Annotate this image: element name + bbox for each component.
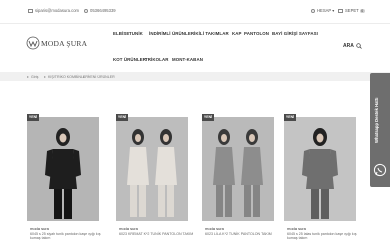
new-badge: YENİ [116, 114, 128, 121]
nav-item-kot[interactable]: KOT ÜRÜNLER [113, 57, 146, 62]
cart-label: SEPET [345, 8, 359, 13]
new-badge: YENİ [202, 114, 214, 121]
search-icon[interactable] [356, 43, 362, 49]
new-badge: YENİ [27, 114, 39, 121]
top-utility-bar: siparis@modasura.com 05366495339 HESAP ▾… [0, 0, 390, 24]
phone-icon [84, 8, 88, 13]
email-text: siparis@modasura.com [35, 8, 80, 13]
product-brand: moda sura [205, 226, 224, 231]
nav-item-mont-kaban[interactable]: MONT-KABAN [172, 57, 203, 62]
cart-count-badge: 0 [359, 9, 365, 13]
nav-item-trikolar[interactable]: TRİKOLAR [145, 57, 168, 62]
whatsapp-icon[interactable] [373, 163, 387, 177]
breadcrumb: ▸ Giriş ▸ KIŞ/TRİKO KOMBİNLERİ ▸ YENİ ÜR… [0, 72, 390, 81]
breadcrumb-item-current: YENİ ÜRÜNLER [88, 74, 115, 79]
logo-mark-icon [26, 36, 40, 50]
account-link[interactable]: HESAP ▾ [311, 8, 334, 13]
search-label[interactable]: ARA [343, 43, 354, 49]
user-icon [311, 8, 315, 13]
nav-item-kap[interactable]: KAP [232, 31, 242, 36]
new-badge: YENİ [284, 114, 296, 121]
nav-item-bayi-girisi[interactable]: BAYİ GİRİŞİ SAYFASI [272, 31, 318, 36]
product-image[interactable] [27, 117, 99, 221]
product-brand: moda sura [287, 226, 306, 231]
product-name[interactable]: 6045 s 25 lalas tunik pantolon kaşe ışığ… [287, 232, 363, 241]
mail-icon [28, 8, 33, 13]
breadcrumb-separator: ▸ [44, 75, 46, 79]
product-image[interactable] [284, 117, 356, 221]
product-photo [284, 117, 356, 221]
nav-item-elbise[interactable]: ELBİSE [113, 31, 129, 36]
cart-icon [338, 8, 343, 13]
nav-item-indirimli[interactable]: İNDİRİMLİ ÜRÜNLER [149, 31, 194, 36]
product-photo [202, 117, 274, 221]
product-name[interactable]: 6045 s 25 siyah tunik pantolon kaşe ışığ… [30, 232, 106, 241]
phone-text: 05366495339 [90, 8, 116, 13]
account-label: HESAP [317, 8, 332, 13]
product-brand: moda sura [30, 226, 49, 231]
product-brand: moda sura [119, 226, 138, 231]
whatsapp-support-label[interactable]: Whatsapp Destek Hattı [374, 80, 386, 160]
product-photo [27, 117, 99, 221]
nav-item-tunik[interactable]: TUNİK [129, 31, 143, 36]
product-image[interactable] [116, 117, 188, 221]
breadcrumb-item-home[interactable]: Giriş [31, 75, 38, 79]
nav-item-pantolon[interactable]: PANTOLON [244, 31, 269, 36]
nav-item-ikili-takimlar[interactable]: İKİLİ TAKIMLAR [194, 31, 229, 36]
product-name[interactable]: 6023 LİLA K*2 TUNİK PANTOLON TAKIM [205, 232, 281, 236]
product-photo [116, 117, 188, 221]
breadcrumb-separator: ▸ [27, 75, 29, 79]
email-contact[interactable]: siparis@modasura.com [28, 8, 79, 13]
breadcrumb-separator: ▸ [83, 75, 85, 79]
phone-contact[interactable]: 05366495339 [84, 8, 116, 13]
cart-link[interactable]: SEPET 0 [338, 8, 365, 13]
product-image[interactable] [202, 117, 274, 221]
product-name[interactable]: 6023 KREMAT K*2 TUNİK PANTOLON TAKIM [119, 232, 195, 236]
brand-name: MODA ŞURA [41, 39, 88, 48]
